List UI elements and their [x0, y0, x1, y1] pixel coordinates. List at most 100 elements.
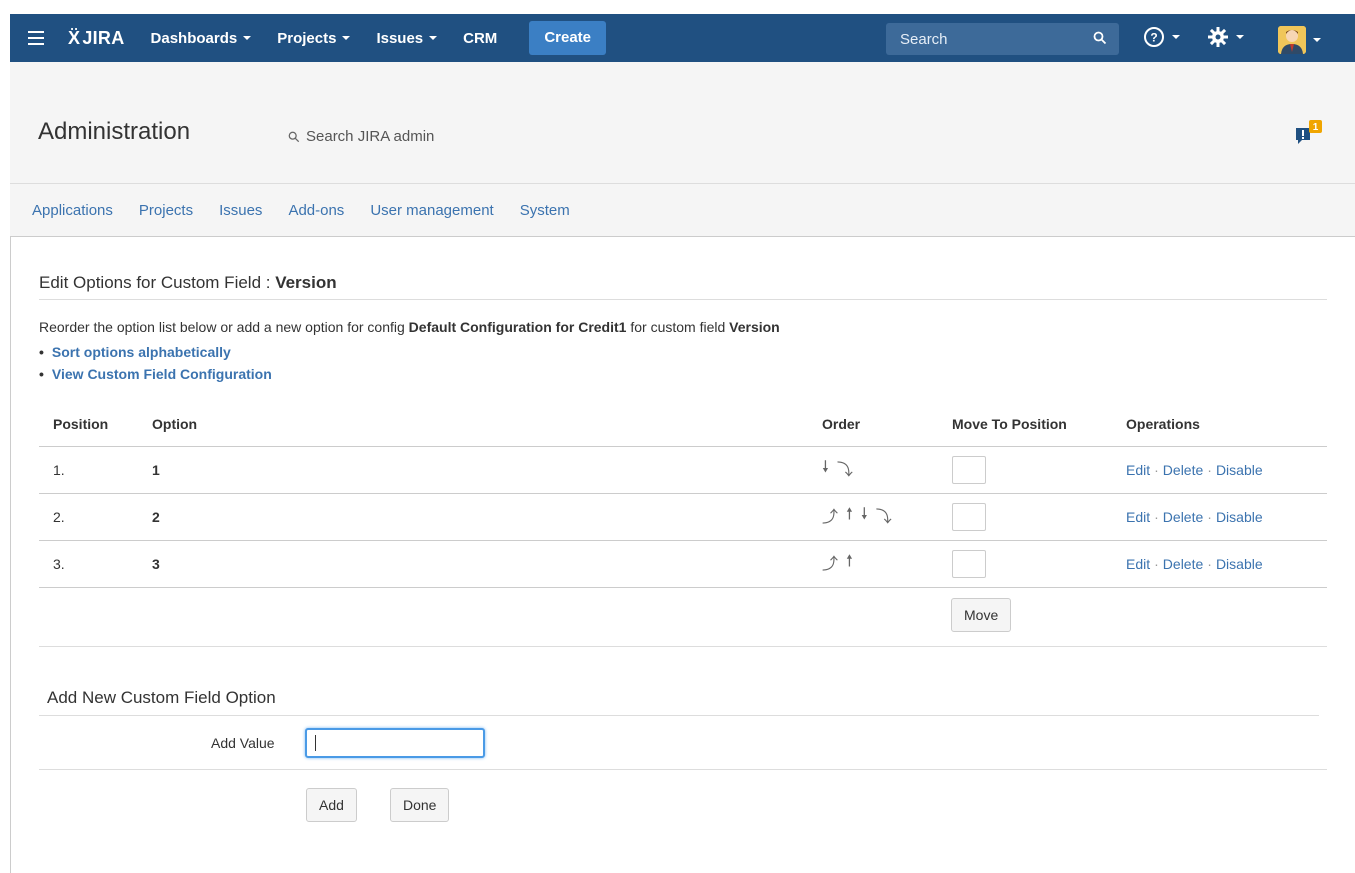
nav-projects[interactable]: Projects: [277, 30, 351, 47]
disable-link[interactable]: Disable: [1216, 462, 1263, 478]
search-icon: [1093, 31, 1107, 45]
text-cursor: [315, 735, 316, 751]
move-up-icon[interactable]: 🠕: [846, 550, 853, 577]
admin-search[interactable]: Search JIRA admin: [288, 128, 434, 145]
desc-prefix: Reorder the option list below or add a n…: [39, 319, 409, 335]
done-button[interactable]: Done: [390, 788, 450, 822]
disable-link[interactable]: Disable: [1216, 509, 1263, 525]
search-input[interactable]: Search: [886, 23, 1119, 55]
help-menu[interactable]: ?: [1143, 26, 1180, 48]
tab-applications[interactable]: Applications: [32, 202, 113, 219]
table-header-row: Position Option Order Move To Position O…: [39, 402, 1327, 447]
row-operations: Edit · Delete · Disable: [1112, 493, 1327, 541]
sort-alphabetically-link[interactable]: Sort options alphabetically: [52, 344, 231, 360]
move-button[interactable]: Move: [951, 598, 1012, 632]
gear-icon: [1208, 27, 1228, 47]
chevron-down-icon: [1172, 35, 1180, 39]
nav-crm[interactable]: CRM: [463, 30, 497, 47]
move-to-position-input[interactable]: [952, 502, 986, 531]
move-down-icon[interactable]: 🠗: [861, 503, 868, 530]
view-config-link[interactable]: View Custom Field Configuration: [52, 366, 272, 382]
row-position: 3.: [39, 540, 138, 588]
jira-logo-text: JIRA: [82, 27, 125, 48]
move-to-bottom-icon[interactable]: ⤵: [876, 503, 892, 530]
row-move-to: [938, 493, 1112, 541]
tab-system[interactable]: System: [520, 202, 570, 219]
user-menu[interactable]: [1278, 26, 1321, 54]
row-move-to: [938, 540, 1112, 588]
table-row: 3. 3 ⤴ 🠕 Edit · Delete · Disable: [39, 540, 1327, 588]
row-operations: Edit · Delete · Disable: [1112, 540, 1327, 588]
nav-dashboards[interactable]: Dashboards: [151, 30, 252, 47]
delete-link[interactable]: Delete: [1163, 556, 1203, 572]
separator-dot: ·: [1154, 508, 1159, 525]
move-to-top-icon[interactable]: ⤴: [822, 503, 838, 530]
divider: [39, 646, 1327, 647]
jira-logo[interactable]: Ẍ JIRA: [68, 28, 125, 49]
tab-issues[interactable]: Issues: [219, 202, 262, 219]
divider: [39, 715, 1319, 716]
delete-link[interactable]: Delete: [1163, 509, 1203, 525]
separator-dot: ·: [1154, 555, 1159, 572]
feedback-notification[interactable]: 1: [1292, 118, 1324, 150]
add-value-input[interactable]: [305, 728, 485, 758]
heading-prefix: Edit Options for Custom Field :: [39, 273, 276, 292]
delete-link[interactable]: Delete: [1163, 462, 1203, 478]
desc-field-name: Version: [729, 319, 780, 335]
chevron-down-icon: [429, 36, 438, 40]
edit-link[interactable]: Edit: [1126, 509, 1150, 525]
edit-options-heading: Edit Options for Custom Field : Version: [39, 273, 337, 293]
edit-link[interactable]: Edit: [1126, 462, 1150, 478]
move-to-position-input[interactable]: [952, 549, 986, 578]
help-icon: ?: [1144, 27, 1164, 47]
move-to-top-icon[interactable]: ⤴: [822, 550, 838, 577]
options-table: Position Option Order Move To Position O…: [39, 402, 1327, 588]
move-down-icon[interactable]: 🠗: [822, 456, 829, 483]
edit-link[interactable]: Edit: [1126, 556, 1150, 572]
disable-link[interactable]: Disable: [1216, 556, 1263, 572]
row-position: 1.: [39, 446, 138, 494]
notification-count: 1: [1313, 122, 1319, 133]
list-item: View Custom Field Configuration: [39, 363, 272, 385]
table-row: 1. 1 🠗 ⤵ Edit · Delete · Disable: [39, 446, 1327, 494]
chevron-down-icon: [1313, 38, 1321, 42]
chevron-down-icon: [243, 36, 252, 40]
add-button[interactable]: Add: [306, 788, 357, 822]
row-move-to: [938, 446, 1112, 494]
desc-config-name: Default Configuration for Credit1: [408, 319, 627, 335]
search-placeholder: Search: [900, 30, 948, 48]
user-avatar-icon: [1278, 26, 1306, 54]
nav-issues[interactable]: Issues: [376, 29, 438, 47]
row-operations: Edit · Delete · Disable: [1112, 446, 1327, 494]
divider: [39, 769, 1327, 770]
tab-add-ons[interactable]: Add-ons: [288, 202, 344, 219]
top-navigation-bar: Ẍ JIRA Dashboards Projects Issues CRM Cr…: [10, 14, 1355, 62]
admin-tabs: Applications Projects Issues Add-ons Use…: [32, 202, 596, 219]
divider: [10, 183, 1355, 184]
create-button[interactable]: Create: [529, 21, 607, 55]
move-up-icon[interactable]: 🠕: [846, 503, 853, 530]
separator-dot: ·: [1154, 461, 1159, 478]
move-to-position-input[interactable]: [952, 455, 986, 484]
page-title: Administration: [38, 118, 191, 145]
notification-speech-icon: 1: [1296, 120, 1322, 144]
col-header-operations: Operations: [1112, 402, 1327, 447]
jira-logo-mark-icon: Ẍ: [68, 27, 81, 48]
search-icon: [288, 131, 300, 142]
admin-header: Administration Search JIRA admin 1 Appli…: [10, 62, 1355, 237]
add-option-heading: Add New Custom Field Option: [47, 688, 276, 707]
nav-issues-label: Issues: [376, 29, 424, 47]
col-header-order: Order: [808, 402, 938, 447]
table-row: 2. 2 ⤴ 🠕 🠗 ⤵ Edit · Delete · Disable: [39, 493, 1327, 541]
avatar: [1278, 26, 1306, 54]
menu-icon[interactable]: [28, 31, 62, 45]
settings-menu[interactable]: [1207, 26, 1244, 48]
tab-projects[interactable]: Projects: [139, 202, 193, 219]
move-to-bottom-icon[interactable]: ⤵: [837, 456, 853, 483]
row-option: 2: [138, 493, 808, 541]
tab-user-management[interactable]: User management: [370, 202, 493, 219]
col-header-move-to-position: Move To Position: [938, 402, 1112, 447]
nav-crm-label: CRM: [463, 29, 498, 47]
main-content: Edit Options for Custom Field : Version …: [10, 237, 1355, 873]
chevron-down-icon: [1236, 35, 1244, 39]
